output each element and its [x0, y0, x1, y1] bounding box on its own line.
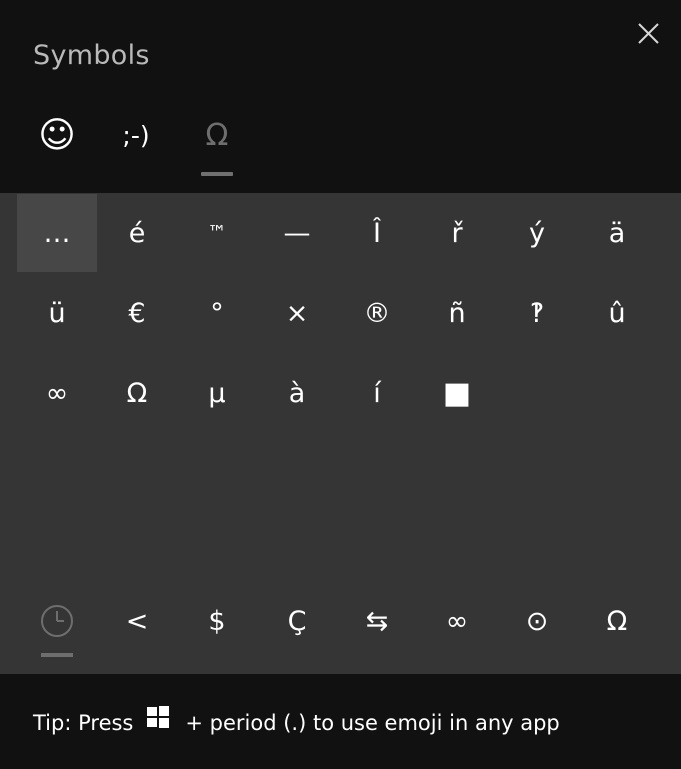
recent-tab[interactable] [17, 581, 97, 661]
symbol-cell[interactable]: ∞ [17, 354, 97, 432]
symbol-grid-area: … é ™ — Î ř ý ä ü € ° × ® ñ ‽ û ∞ Ω µ à … [0, 193, 681, 674]
recent-symbol[interactable]: ⇆ [337, 581, 417, 661]
symbol-cell[interactable]: û [577, 274, 657, 352]
panel-title: Symbols [33, 40, 150, 71]
recent-symbol[interactable]: Ω [577, 581, 657, 661]
omega-icon: Ω [205, 118, 229, 153]
symbol-cell[interactable]: é [97, 194, 177, 272]
category-tabs: ☺ ;-) Ω [0, 108, 681, 178]
kaomoji-icon: ;-) [122, 121, 150, 150]
symbol-cell[interactable]: ■ [417, 354, 497, 432]
symbol-cell[interactable]: € [97, 274, 177, 352]
recent-symbol[interactable]: ∞ [417, 581, 497, 661]
symbol-cell[interactable]: í [337, 354, 417, 432]
symbol-cell[interactable]: ü [17, 274, 97, 352]
tab-kaomoji[interactable]: ;-) [106, 108, 166, 178]
recent-symbol[interactable]: $ [177, 581, 257, 661]
symbol-cell[interactable]: ° [177, 274, 257, 352]
close-button[interactable] [632, 18, 664, 50]
tip-prefix: Tip: Press [33, 711, 134, 735]
symbol-cell[interactable]: … [17, 194, 97, 272]
tip-suffix: + period (.) to use emoji in any app [185, 711, 560, 735]
tab-emoji[interactable]: ☺ [27, 108, 87, 178]
close-icon [638, 23, 659, 44]
symbol-cell[interactable]: Î [337, 194, 417, 272]
smiley-icon: ☺ [38, 115, 76, 156]
symbol-cell[interactable]: ™ [177, 194, 257, 272]
symbol-cell[interactable]: à [257, 354, 337, 432]
symbol-cell[interactable]: ‽ [497, 274, 577, 352]
symbol-cell[interactable]: ä [577, 194, 657, 272]
symbol-cell[interactable]: — [257, 194, 337, 272]
recent-tab-indicator [41, 653, 73, 657]
windows-logo-icon [147, 706, 170, 728]
tip-text: Tip: Press + period (.) to use emoji in … [33, 706, 560, 735]
recent-symbol[interactable]: Ç [257, 581, 337, 661]
active-tab-indicator [201, 172, 233, 176]
symbol-cell[interactable]: Ω [97, 354, 177, 432]
clock-icon [41, 605, 73, 637]
symbol-cell[interactable]: ř [417, 194, 497, 272]
symbol-cell[interactable]: ñ [417, 274, 497, 352]
symbol-cell[interactable]: µ [177, 354, 257, 432]
symbol-cell[interactable]: ® [337, 274, 417, 352]
recent-symbol[interactable]: ⊙ [497, 581, 577, 661]
symbol-cell[interactable]: × [257, 274, 337, 352]
tab-symbols[interactable]: Ω [187, 108, 247, 178]
tip-footer: Tip: Press + period (.) to use emoji in … [0, 674, 681, 769]
symbol-cell[interactable]: ý [497, 194, 577, 272]
recent-symbols-bar: < $ Ç ⇆ ∞ ⊙ Ω [17, 581, 657, 671]
recent-symbol[interactable]: < [97, 581, 177, 661]
symbols-panel: Symbols ☺ ;-) Ω … é ™ — Î ř ý ä ü € ° × … [0, 0, 681, 769]
